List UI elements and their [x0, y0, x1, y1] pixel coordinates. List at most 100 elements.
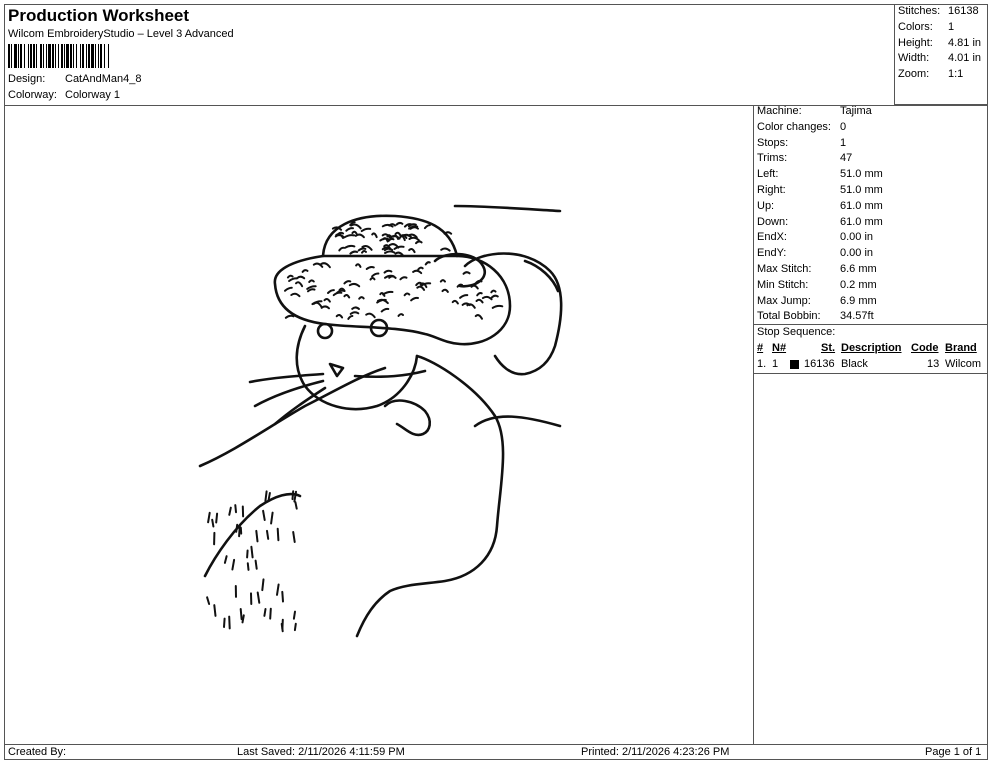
- colors-row: Colors: 1: [898, 21, 986, 35]
- machine-info-row: Max Jump: 6.9 mm: [757, 295, 985, 309]
- stitch-mark: [327, 289, 335, 294]
- barcode-bar: [109, 44, 110, 68]
- stitch-mark: [388, 243, 400, 249]
- col-st: St.: [821, 342, 836, 354]
- design-label: Design:: [8, 73, 46, 85]
- cat-paw: [383, 399, 432, 437]
- machine-info-value: Tajima: [840, 105, 872, 117]
- stitch-mark: [239, 608, 243, 621]
- machine-info-value: 47: [840, 152, 853, 165]
- stitch-mark: [491, 304, 504, 309]
- stitch-mark: [292, 610, 296, 620]
- stop-sequence-header: # N# St. Description Code Brand: [757, 342, 985, 356]
- stitch-mark: [228, 506, 232, 516]
- stitch-mark: [490, 289, 497, 294]
- colors-value: 1: [948, 21, 955, 33]
- design-barcode: [8, 44, 184, 68]
- stitch-mark: [371, 272, 380, 278]
- machine-info-row: Total Bobbin: 34.57ft: [757, 310, 985, 324]
- machine-info-label: Left:: [757, 168, 779, 181]
- stitch-mark: [349, 250, 359, 255]
- stitch-mark: [412, 269, 423, 275]
- machine-info-value: 61.0 mm: [840, 199, 883, 212]
- col-brand: Brand: [945, 342, 977, 354]
- stitch-mark: [466, 303, 476, 309]
- stitch-mark: [206, 596, 211, 605]
- man-head: [463, 252, 563, 376]
- stitch-mark: [276, 583, 280, 596]
- stitches-row: Stitches: 16138: [898, 5, 986, 19]
- created-by: Created By:: [8, 746, 67, 758]
- stitch-mark: [415, 240, 423, 245]
- stitch-mark: [266, 529, 270, 540]
- machine-info-row: Trims: 47: [757, 152, 985, 166]
- stitch-mark: [256, 591, 261, 604]
- row-brand: Wilcom: [945, 358, 982, 370]
- row-st: 16136: [804, 358, 835, 370]
- machine-info-label: Down:: [757, 215, 789, 228]
- stitch-mark: [207, 511, 211, 524]
- stitch-mark: [365, 265, 375, 270]
- page-number: Page 1 of 1: [925, 746, 982, 758]
- stitch-mark: [338, 246, 345, 252]
- stitch-mark: [270, 511, 274, 525]
- stitch-mark: [223, 617, 226, 628]
- machine-info-value: 0.00 in: [840, 247, 874, 260]
- stitch-mark: [231, 558, 236, 571]
- machine-info-row: Color changes: 0: [757, 121, 985, 135]
- stitch-mark: [284, 286, 293, 292]
- stitch-mark: [295, 281, 304, 288]
- stitch-mark: [354, 233, 365, 239]
- machine-info-value: 0.00 in: [840, 231, 874, 244]
- machine-info-label: Right:: [757, 184, 786, 196]
- machine-info-value: 61.0 mm: [840, 215, 883, 228]
- stitch-mark: [345, 227, 354, 232]
- page-title: Production Worksheet: [8, 6, 190, 25]
- stitch-mark: [281, 590, 284, 603]
- stitch-mark: [347, 315, 354, 320]
- zoom-label: Zoom:: [898, 68, 930, 80]
- machine-info-label: Up:: [757, 199, 775, 212]
- stitch-mark: [490, 294, 499, 299]
- machine-info-row: Down: 61.0 mm: [757, 216, 985, 230]
- machine-info-value: 0.2 mm: [840, 278, 877, 291]
- machine-info-label: Stops:: [757, 136, 789, 149]
- table-divider: [753, 373, 988, 374]
- machine-info-value: 34.57ft: [840, 310, 874, 323]
- stitch-mark: [399, 276, 408, 281]
- stitch-mark: [474, 314, 483, 320]
- design-preview: [5, 106, 752, 743]
- stitch-mark: [307, 288, 316, 293]
- row-num: 1.: [757, 358, 767, 370]
- machine-info-row: EndX: 0.00 in: [757, 231, 985, 245]
- stitch-mark: [320, 305, 330, 310]
- machine-info-row: Min Stitch: 0.2 mm: [757, 279, 985, 293]
- stitch-mark: [383, 269, 393, 274]
- thread-swatch: [790, 360, 799, 369]
- stitch-mark: [286, 274, 294, 279]
- stitch-mark: [296, 275, 306, 280]
- machine-info-value: 0: [840, 120, 847, 133]
- software-subtitle: Wilcom EmbroideryStudio – Level 3 Advanc…: [8, 28, 234, 40]
- machine-info-label: Max Stitch:: [757, 263, 812, 275]
- man-hair-top: [453, 204, 562, 213]
- stitch-mark: [290, 292, 301, 298]
- machine-info-label: Color changes:: [757, 120, 831, 133]
- stop-sequence-title: Stop Sequence:: [757, 326, 836, 338]
- stitch-mark: [343, 280, 352, 285]
- stitch-mark: [397, 313, 404, 317]
- machine-info-label: Min Stitch:: [757, 278, 809, 291]
- stitch-mark: [213, 604, 217, 617]
- stitch-mark: [408, 247, 416, 254]
- arm-lower: [203, 492, 302, 578]
- machine-info-row: Stops: 1: [757, 137, 985, 151]
- machine-info-row: Right: 51.0 mm: [757, 184, 985, 198]
- stop-sequence-divider: [753, 324, 988, 325]
- design-row: Design: CatAndMan4_8: [8, 73, 208, 87]
- stitch-mark: [262, 509, 266, 521]
- stitch-mark: [291, 490, 295, 501]
- stitch-mark: [416, 285, 426, 291]
- cat-face-outline: [295, 324, 419, 411]
- stitch-mark: [481, 295, 493, 301]
- machine-info-value: 51.0 mm: [840, 168, 883, 181]
